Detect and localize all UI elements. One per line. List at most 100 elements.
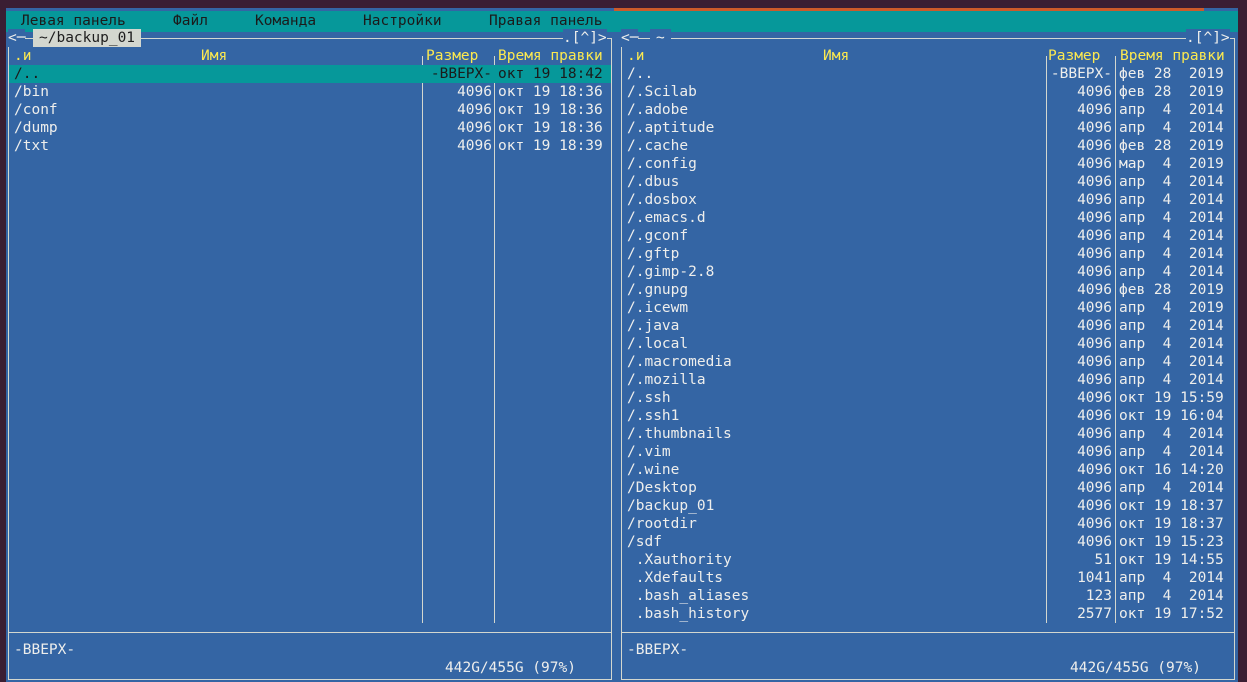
file-name: /.emacs.d [627,210,706,226]
left-header-sort[interactable]: .и [14,47,31,65]
file-name: /.adobe [627,102,689,118]
right-status-divider [621,632,1235,633]
file-time: апр 4 2014 [1119,444,1224,460]
file-row[interactable]: /.vim 4096 апр 4 2014 [622,443,1234,461]
file-size: 4096 [1077,462,1112,478]
menu-right-panel[interactable]: Правая панель [489,13,603,30]
menu-settings[interactable]: Настройки [363,13,442,30]
file-row[interactable]: /.. -ВВЕРХ-фев 28 2019 [622,65,1234,83]
left-path-label: ~/backup_01 [33,29,142,47]
file-row[interactable]: /.adobe 4096 апр 4 2014 [622,101,1234,119]
file-row[interactable]: /.thumbnails 4096 апр 4 2014 [622,425,1234,443]
file-row[interactable]: /sdf 4096 окт 19 15:23 [622,533,1234,551]
file-time: апр 4 2014 [1119,480,1224,496]
file-row[interactable]: /dump 4096 окт 19 18:36 [9,119,611,137]
file-row[interactable]: /.dbus 4096 апр 4 2014 [622,173,1234,191]
file-name: /dump [14,120,58,136]
file-name: /.java [627,318,680,334]
left-panel[interactable]: <─ ~/backup_01 .[^]> .и Имя Размер Время… [6,29,614,682]
file-row[interactable]: /backup_01 4096 окт 19 18:37 [622,497,1234,515]
menu-left-panel[interactable]: Левая панель [21,13,126,30]
file-time: мар 4 2019 [1119,156,1224,172]
file-row[interactable]: /.java 4096 апр 4 2014 [622,317,1234,335]
file-name: /.ssh1 [627,408,680,424]
file-size: 4096 [1077,210,1112,226]
right-corner-left[interactable]: <─ [621,29,639,47]
file-size: 4096 [1077,336,1112,352]
file-row[interactable]: /.macromedia 4096 апр 4 2014 [622,353,1234,371]
file-name: .Xauthority [627,552,732,568]
file-time: фев 28 2019 [1119,138,1224,154]
file-row[interactable]: /.. -ВВЕРХ-окт 19 18:42 [9,65,611,83]
right-header-sort[interactable]: .и [627,47,644,65]
file-row[interactable]: /.icewm 4096 апр 4 2019 [622,299,1234,317]
right-header-name[interactable]: Имя [823,47,849,65]
file-time: фев 28 2019 [1119,84,1224,100]
right-corner-right[interactable]: .[^]> [1186,29,1230,47]
file-row[interactable]: /rootdir 4096 окт 19 18:37 [622,515,1234,533]
file-size: 2577 [1077,606,1112,622]
file-time: фев 28 2019 [1119,282,1224,298]
terminal-window: Левая панель Файл Команда Настройки Прав… [6,8,1238,682]
file-name: /bin [14,84,49,100]
file-row[interactable]: /.aptitude 4096 апр 4 2014 [622,119,1234,137]
right-header-time[interactable]: Время правки [1120,47,1225,65]
right-status-text: -ВВЕРХ- [627,642,689,658]
file-size: 4096 [1077,282,1112,298]
file-row[interactable]: /bin 4096 окт 19 18:36 [9,83,611,101]
file-name: /.gimp-2.8 [627,264,715,280]
file-row[interactable]: .Xauthority 51 окт 19 14:55 [622,551,1234,569]
file-size: 4096 [1077,480,1112,496]
file-row[interactable]: /.config 4096 мар 4 2019 [622,155,1234,173]
file-time: фев 28 2019 [1119,66,1224,82]
file-row[interactable]: /txt 4096 окт 19 18:39 [9,137,611,155]
file-name: /.thumbnails [627,426,732,442]
file-time: апр 4 2014 [1119,120,1224,136]
file-time: апр 4 2014 [1119,426,1224,442]
file-row[interactable]: /.ssh 4096 окт 19 15:59 [622,389,1234,407]
menu-command[interactable]: Команда [255,13,316,30]
file-name: /.gconf [627,228,689,244]
file-name: .bash_history [627,606,750,622]
file-row[interactable]: /.gftp 4096 апр 4 2014 [622,245,1234,263]
file-row[interactable]: /.Scilab 4096 фев 28 2019 [622,83,1234,101]
file-size: 4096 [1077,390,1112,406]
file-size: 4096 [457,138,492,154]
file-name: .Xdefaults [627,570,724,586]
file-time: окт 16 14:20 [1119,462,1224,478]
right-header-size[interactable]: Размер [1048,47,1100,65]
left-header-size[interactable]: Размер [426,47,478,65]
file-row[interactable]: /.dosbox 4096 апр 4 2014 [622,191,1234,209]
file-name: /.. [14,66,41,82]
file-row[interactable]: /.emacs.d 4096 апр 4 2014 [622,209,1234,227]
file-row[interactable]: /.gnupg 4096 фев 28 2019 [622,281,1234,299]
file-name: /backup_01 [627,498,715,514]
file-name: /Desktop [627,480,697,496]
file-row[interactable]: /.cache 4096 фев 28 2019 [622,137,1234,155]
file-row[interactable]: .bash_aliases 123 апр 4 2014 [622,587,1234,605]
file-row[interactable]: /.gimp-2.8 4096 апр 4 2014 [622,263,1234,281]
file-row[interactable]: /.local 4096 апр 4 2014 [622,335,1234,353]
file-size: 4096 [1077,84,1112,100]
left-header-name[interactable]: Имя [201,47,227,65]
file-name: /.gnupg [627,282,689,298]
file-time: апр 4 2014 [1119,588,1224,604]
menu-file[interactable]: Файл [173,13,208,30]
file-row[interactable]: .Xdefaults 1041 апр 4 2014 [622,569,1234,587]
file-row[interactable]: /.mozilla 4096 апр 4 2014 [622,371,1234,389]
file-time: апр 4 2019 [1119,300,1224,316]
file-name: /.. [627,66,654,82]
file-row[interactable]: .bash_history 2577 окт 19 17:52 [622,605,1234,623]
file-row[interactable]: /.wine 4096 окт 16 14:20 [622,461,1234,479]
file-row[interactable]: /.ssh1 4096 окт 19 16:04 [622,407,1234,425]
file-time: окт 19 16:04 [1119,408,1224,424]
left-corner-right[interactable]: .[^]> [563,29,607,47]
file-row[interactable]: /.gconf 4096 апр 4 2014 [622,227,1234,245]
right-disk-usage: 442G/455G (97%) [1064,659,1207,677]
file-row[interactable]: /Desktop 4096 апр 4 2014 [622,479,1234,497]
file-row[interactable]: /conf 4096 окт 19 18:36 [9,101,611,119]
file-name: /.aptitude [627,120,715,136]
left-corner-left[interactable]: <─ [8,29,26,47]
left-header-time[interactable]: Время правки [498,47,603,65]
right-panel[interactable]: <─ ~ .[^]> .и Имя Размер Время правки /.… [619,29,1238,682]
